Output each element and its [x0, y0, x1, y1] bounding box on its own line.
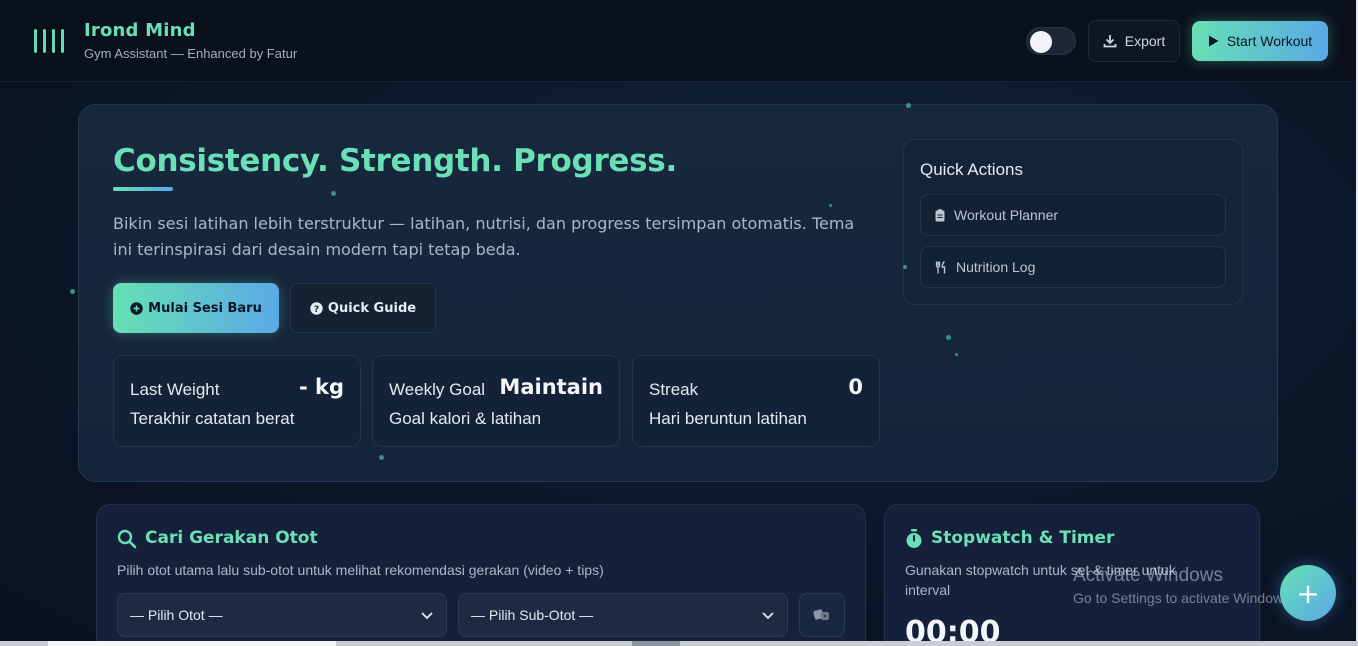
stat-label: Weekly Goal — [389, 380, 486, 399]
stat-value: - kg — [298, 375, 344, 399]
svg-text:?: ? — [314, 305, 319, 315]
stat-label: Streak — [649, 380, 699, 399]
taskbar-item[interactable] — [48, 641, 336, 646]
particle-dot — [829, 204, 832, 207]
workout-planner-label: Workout Planner — [954, 207, 1059, 223]
stat-value: 0 — [848, 375, 863, 399]
muscle-search-card: Cari Gerakan Otot Pilih otot utama lalu … — [96, 504, 866, 646]
quick-guide-label: Quick Guide — [327, 300, 417, 316]
muscle-select-value: — Pilih Otot — — [130, 607, 223, 623]
stat-card-streak: Streak 0 Hari beruntun latihan — [632, 355, 880, 447]
hero-title: Consistency. Strength. Progress. — [113, 143, 677, 179]
hero-card: Consistency. Strength. Progress. Bikin s… — [78, 104, 1278, 482]
theme-toggle[interactable] — [1026, 27, 1076, 55]
plus-circle-icon — [130, 301, 143, 315]
submuscle-select-value: — Pilih Sub-Otot — — [471, 607, 594, 623]
search-icon — [117, 529, 137, 549]
quick-actions-panel: Quick Actions Workout Planner Nutrition … — [903, 139, 1243, 305]
stat-card-last-weight: Last Weight - kg Terakhir catatan berat — [113, 355, 361, 447]
title-underline — [113, 187, 173, 191]
export-button[interactable]: Export — [1088, 20, 1180, 62]
stat-value: Maintain — [499, 375, 603, 399]
particle-dot — [906, 103, 911, 108]
dumbbell-logo-icon — [34, 29, 66, 53]
quick-guide-button[interactable]: ? Quick Guide — [290, 283, 436, 333]
start-session-button[interactable]: Mulai Sesi Baru — [113, 283, 279, 333]
particle-dot — [70, 289, 75, 294]
random-exercise-button[interactable] — [799, 593, 845, 637]
utensils-icon — [935, 260, 946, 273]
plus-icon: + — [1296, 576, 1320, 610]
particle-dot — [946, 335, 951, 340]
stat-card-weekly-goal: Weekly Goal Maintain Goal kalori & latih… — [372, 355, 620, 447]
taskbar-item[interactable] — [632, 641, 680, 646]
muscle-search-title: Cari Gerakan Otot — [145, 528, 318, 548]
nutrition-log-label: Nutrition Log — [956, 259, 1036, 275]
workout-planner-action[interactable]: Workout Planner — [920, 194, 1226, 236]
export-label: Export — [1124, 33, 1166, 49]
quick-actions-title: Quick Actions — [920, 160, 1023, 179]
particle-dot — [903, 265, 907, 269]
clipboard-icon — [935, 208, 945, 221]
stat-caption: Goal kalori & latihan — [389, 409, 542, 428]
particle-dot — [379, 455, 384, 460]
floating-add-button[interactable]: + — [1280, 565, 1336, 621]
stat-label: Last Weight — [130, 380, 220, 399]
chevron-down-icon — [421, 612, 433, 620]
hero-description: Bikin sesi latihan lebih terstruktur — l… — [113, 214, 855, 259]
download-icon — [1103, 35, 1117, 48]
app-title: Irond Mind — [84, 20, 196, 41]
start-workout-button[interactable]: Start Workout — [1192, 21, 1328, 61]
stopwatch-icon — [906, 529, 922, 548]
muscle-select[interactable]: — Pilih Otot — — [117, 593, 447, 637]
activate-windows-hint: Go to Settings to activate Windows. — [1073, 590, 1283, 606]
particle-dot — [955, 353, 958, 356]
submuscle-select[interactable]: — Pilih Sub-Otot — — [458, 593, 788, 637]
play-icon — [1208, 35, 1219, 47]
start-session-label: Mulai Sesi Baru — [148, 300, 262, 316]
top-navbar: Irond Mind Gym Assistant — Enhanced by F… — [0, 0, 1356, 82]
stat-caption: Hari beruntun latihan — [649, 409, 807, 428]
question-circle-icon: ? — [310, 301, 323, 315]
nutrition-log-action[interactable]: Nutrition Log — [920, 246, 1226, 288]
particle-dot — [331, 191, 336, 196]
app-subtitle: Gym Assistant — Enhanced by Fatur — [84, 46, 298, 61]
activate-windows-watermark: Activate Windows — [1073, 565, 1223, 586]
toggle-knob — [1030, 31, 1052, 53]
stopwatch-title: Stopwatch & Timer — [931, 528, 1115, 548]
dice-icon — [813, 609, 829, 620]
start-workout-label: Start Workout — [1226, 33, 1313, 49]
muscle-search-description: Pilih otot utama lalu sub-otot untuk mel… — [117, 562, 604, 578]
stat-caption: Terakhir catatan berat — [130, 409, 295, 428]
chevron-down-icon — [762, 612, 774, 620]
